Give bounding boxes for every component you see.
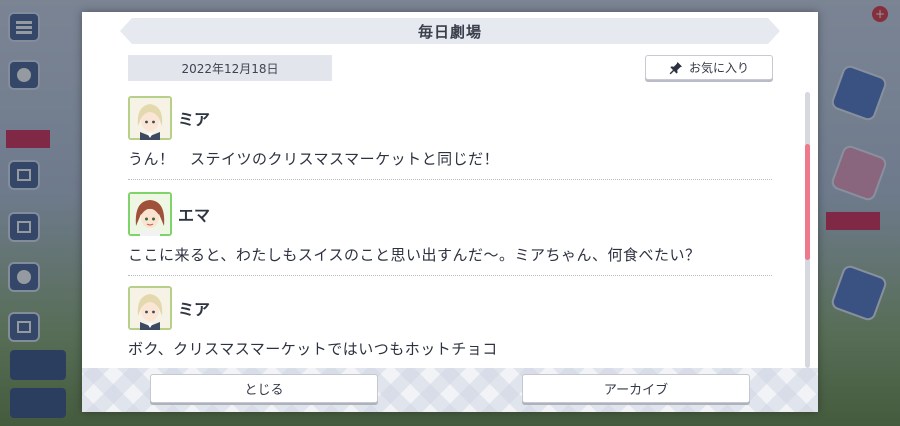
dialogue-entry: エマ ここに来ると、わたしもスイスのこと思い出すんだ〜。ミアちゃん、何食べたい？ [128,192,772,276]
emma-avatar [128,192,172,236]
favorite-label: お気に入り [688,61,749,75]
speaker-name: エマ [178,206,211,225]
entry-divider [128,179,772,180]
close-button[interactable]: とじる [150,374,378,403]
entry-divider [128,275,772,276]
dialogue-line: うん！ ステイツのクリスマスマーケットと同じだ！ [128,150,500,168]
speaker-name: ミア [178,300,211,319]
dialog-title: 毎日劇場 [417,22,482,41]
dialogue-log[interactable]: ミア うん！ ステイツのクリスマスマーケットと同じだ！ エマ ここに来ると、わた… [128,94,772,366]
mia-avatar [128,96,172,140]
archive-button[interactable]: アーカイブ [522,374,750,403]
favorite-button[interactable]: お気に入り [645,55,773,80]
dialogue-entry: ミア ボク、クリスマスマーケットではいつもホットチョコ [128,286,772,366]
dialogue-line: ボク、クリスマスマーケットではいつもホットチョコ [128,340,498,358]
dialog-title-banner: 毎日劇場 [120,18,780,44]
dialogue-entry: ミア うん！ ステイツのクリスマスマーケットと同じだ！ [128,96,772,180]
mia-avatar [128,286,172,330]
scrollbar-thumb[interactable] [805,144,810,260]
scrollbar[interactable] [805,92,810,368]
daily-theater-dialog: 毎日劇場 2022年12月18日 お気に入り ミア うん！ ステイツのクリスマス… [82,12,818,412]
date-label: 2022年12月18日 [128,55,332,81]
dialogue-line: ここに来ると、わたしもスイスのこと思い出すんだ〜。ミアちゃん、何食べたい？ [128,246,701,264]
speaker-name: ミア [178,110,211,129]
dialog-footer: とじる アーカイブ [82,368,818,412]
pin-icon [669,61,683,75]
